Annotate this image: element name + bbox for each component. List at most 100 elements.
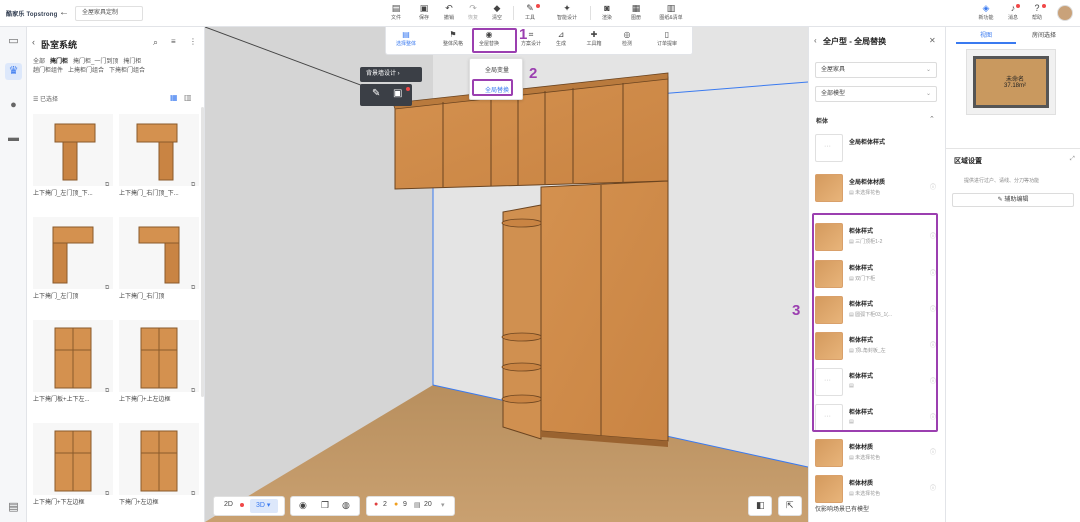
tab-sliding[interactable]: 趟门柜组件: [33, 68, 63, 74]
module-icon[interactable]: ▤: [5, 499, 22, 516]
menu-global-variable[interactable]: 全局变量: [470, 65, 524, 74]
filter-label[interactable]: ☰ 已选择: [33, 94, 58, 103]
select-all-button[interactable]: ▤ 选择整体: [391, 29, 421, 53]
toolbox-button[interactable]: ✚ 工具箱: [579, 29, 609, 53]
layout-icon[interactable]: ▣: [393, 88, 402, 99]
swatch[interactable]: [815, 475, 843, 503]
scope-select[interactable]: 全屋家具 ⌄: [815, 62, 937, 78]
product-card[interactable]: 上下掩门_右门顶 ⧉: [119, 217, 199, 319]
check-button[interactable]: ◎ 检测: [612, 29, 642, 53]
close-icon[interactable]: ✕: [929, 36, 936, 45]
assist-edit-button[interactable]: ✎ 辅助编辑: [952, 193, 1074, 207]
cabinet-icon[interactable]: ♛: [5, 63, 22, 80]
drawing-list-button[interactable]: ▥ 图纸&清单: [654, 3, 688, 25]
view-2d-button[interactable]: 2D: [224, 501, 233, 508]
product-card[interactable]: 下掩门+左边框 ⧉: [119, 423, 199, 522]
tab-view[interactable]: 视图: [956, 30, 1016, 39]
export-button[interactable]: ⇱: [778, 496, 802, 516]
eye-icon[interactable]: ◉: [299, 500, 307, 511]
copy-icon[interactable]: ⧉: [105, 285, 109, 292]
info-icon[interactable]: ⓘ: [930, 483, 936, 492]
order-review-button[interactable]: ▯ 订单提审: [652, 29, 682, 53]
smart-design-button[interactable]: ✦ 智能设计: [552, 3, 582, 25]
sofa-icon[interactable]: ▬: [5, 130, 22, 147]
background-wall-design-button[interactable]: 背景墙设计 ›: [360, 67, 422, 82]
info-icon[interactable]: ⓘ: [930, 447, 936, 456]
copy-icon[interactable]: ⧉: [105, 182, 109, 189]
product-card[interactable]: 上下掩门_左门顶 ⧉: [33, 217, 113, 319]
expand-icon[interactable]: ⤢: [1070, 156, 1075, 163]
redo-button[interactable]: ↷ 恢复: [460, 3, 486, 25]
copy-icon[interactable]: ⧉: [191, 285, 195, 292]
back-chevron-icon[interactable]: ‹: [814, 36, 817, 45]
undo-button[interactable]: ↶ 撤销: [436, 3, 462, 25]
issue-counter[interactable]: ● 2 ● 9 ▤ 20 ▾: [366, 496, 455, 516]
product-card[interactable]: 上下掩门_左门顶_下... ⧉: [33, 114, 113, 216]
product-thumbnail: [119, 217, 199, 289]
replace-row[interactable]: 柜体材质 ▤ 未选择花色 ⓘ: [815, 473, 939, 506]
copy-icon[interactable]: ⧉: [105, 491, 109, 498]
tab-lower-combo[interactable]: 下掩柜门组合: [109, 68, 145, 74]
grid-view-icon[interactable]: ▦: [170, 93, 178, 102]
more-icon[interactable]: ⋮: [189, 37, 197, 46]
avatar[interactable]: [1057, 5, 1073, 21]
new-feature-button[interactable]: ◈ 新功能: [973, 3, 999, 25]
copy-icon[interactable]: ⧉: [191, 491, 195, 498]
home-icon[interactable]: ▭: [5, 33, 22, 50]
save-icon: ▣: [419, 3, 429, 13]
message-button[interactable]: ♪ 消息: [1000, 3, 1026, 25]
replace-row[interactable]: ··· 全局柜体样式: [815, 132, 939, 165]
tools-button[interactable]: ✎ 工具: [517, 3, 543, 25]
tab-upper-combo[interactable]: 上掩柜门组合: [68, 68, 104, 74]
copy-icon[interactable]: ⧉: [105, 388, 109, 395]
toggle-button[interactable]: ◧: [748, 496, 772, 516]
floorplan-minimap[interactable]: 未命名 37.18m²: [966, 49, 1056, 115]
save-button[interactable]: ▣ 保存: [411, 3, 437, 25]
product-card[interactable]: 上下掩门板+上下左... ⧉: [33, 320, 113, 422]
swatch[interactable]: [815, 174, 843, 202]
product-name: 上下掩门+下左边框: [33, 500, 85, 506]
swatch[interactable]: [815, 439, 843, 467]
back-chevron-icon[interactable]: ‹: [32, 37, 35, 47]
swatch[interactable]: ···: [815, 134, 843, 162]
copy-icon[interactable]: ⧉: [191, 182, 195, 189]
chevron-up-icon[interactable]: ⌃: [929, 115, 935, 123]
product-name: 上下掩门_左门顶: [33, 294, 79, 300]
overall-style-button[interactable]: ⚑ 整体风格: [438, 29, 468, 53]
render-button[interactable]: ◙ 渲染: [594, 3, 620, 25]
user-icon[interactable]: ●: [5, 97, 22, 114]
album-button[interactable]: ▦ 图册: [623, 3, 649, 25]
toggle-icon: ◧: [756, 500, 765, 510]
info-icon[interactable]: ⓘ: [930, 182, 936, 191]
compass-icon[interactable]: ◍: [342, 500, 350, 511]
tab-hinge-door[interactable]: 掩门柜: [50, 59, 68, 65]
product-card[interactable]: 上下掩门_右门顶_下... ⧉: [119, 114, 199, 216]
check-icon: ◎: [623, 30, 631, 39]
view-3d-button[interactable]: 3D ▾: [250, 499, 278, 513]
model-select[interactable]: 全部模型 ⌄: [815, 86, 937, 102]
product-card[interactable]: 上下掩门+下左边框 ⧉: [33, 423, 113, 522]
generate-button[interactable]: ⊿ 生成: [546, 29, 576, 53]
pencil-icon[interactable]: ✎: [372, 88, 380, 99]
replace-row[interactable]: 全局柜体材质 ▤ 未选择花色 ⓘ: [815, 172, 939, 205]
3d-viewport[interactable]: [205, 27, 808, 522]
replace-row[interactable]: 柜体材质 ▤ 未选择花色 ⓘ: [815, 437, 939, 470]
tab-all[interactable]: 全部: [33, 59, 45, 65]
clear-button[interactable]: ◆ 清空: [484, 3, 510, 25]
tab-hinge-door-2[interactable]: 掩门柜: [123, 59, 141, 65]
copy-icon[interactable]: ⧉: [191, 388, 195, 395]
filter-icon[interactable]: ≡: [171, 37, 176, 46]
file-button[interactable]: ▤ 文件: [383, 3, 409, 25]
product-card[interactable]: 上下掩门+上左边框 ⧉: [119, 320, 199, 422]
design-name-field[interactable]: 全屋家具定制: [75, 6, 143, 21]
help-button[interactable]: ? 帮助: [1024, 3, 1050, 25]
tab-room-select[interactable]: 房间选择: [1014, 30, 1074, 39]
tab-full-door[interactable]: 掩门柜_一门到顶: [73, 59, 118, 65]
product-name: 上下掩门+上左边框: [119, 397, 171, 403]
list-view-icon[interactable]: ▥: [184, 93, 192, 102]
layers-icon[interactable]: ❐: [321, 500, 329, 511]
scrollbar[interactable]: [201, 107, 204, 397]
back-button[interactable]: ←: [58, 7, 70, 19]
top-toolbar: 酷家乐 Topstrong ← 全屋家具定制 ▤ 文件 ▣ 保存 ↶ 撤销 ↷ 恢复 ◆…: [0, 0, 1080, 27]
search-icon[interactable]: ⌕: [153, 37, 158, 48]
